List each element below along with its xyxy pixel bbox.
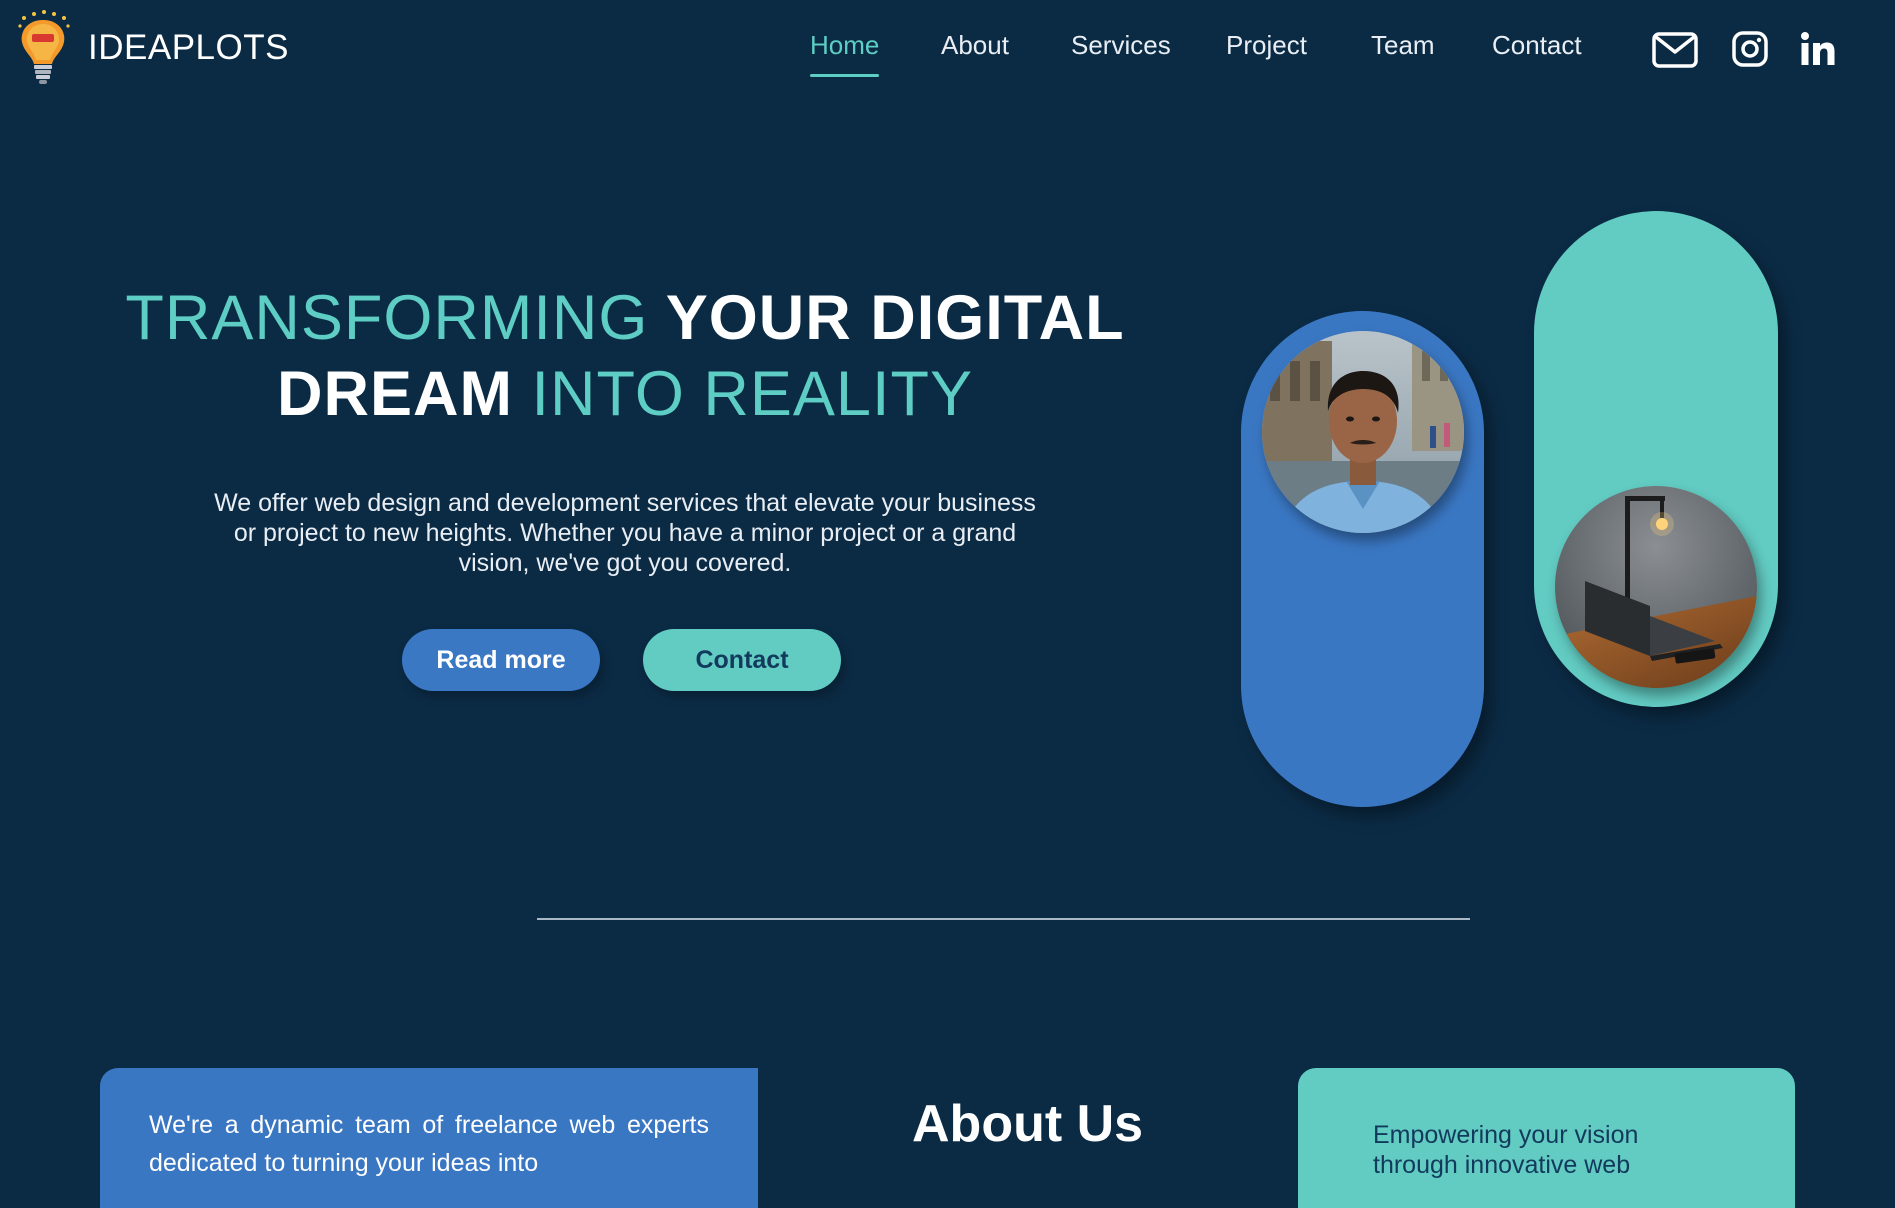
- team-member-photo: [1262, 331, 1464, 533]
- hero-title-part3: DREAM: [277, 359, 514, 429]
- linkedin-icon[interactable]: [1800, 31, 1836, 72]
- instagram-icon[interactable]: [1732, 31, 1768, 72]
- hero-title-part1: TRANSFORMING: [125, 283, 649, 353]
- about-heading-light: About: [912, 1095, 1063, 1153]
- section-divider: [537, 918, 1470, 920]
- contact-button[interactable]: Contact: [643, 629, 841, 691]
- about-intro-card: We're a dynamic team of freelance web ex…: [100, 1068, 758, 1208]
- workspace-photo: [1555, 486, 1757, 688]
- hero-description: We offer web design and development serv…: [214, 489, 1036, 577]
- read-more-button[interactable]: Read more: [402, 629, 600, 691]
- nav-item-services[interactable]: Services: [1071, 30, 1171, 61]
- about-heading: About Us: [912, 1094, 1143, 1154]
- about-vision-text: Empowering your vision through innovativ…: [1373, 1121, 1639, 1179]
- about-intro-text: We're a dynamic team of freelance web ex…: [149, 1111, 709, 1177]
- nav-item-team[interactable]: Team: [1371, 30, 1435, 61]
- nav-item-home[interactable]: Home: [810, 30, 880, 77]
- about-heading-bold: Us: [1076, 1095, 1144, 1153]
- mail-icon[interactable]: [1652, 32, 1698, 73]
- hero-title-part4: INTO REALITY: [531, 359, 973, 429]
- main-nav: Home About Services Project Team Contact: [0, 30, 1895, 80]
- hero-title: TRANSFORMING YOUR DIGITAL DREAM INTO REA…: [70, 280, 1180, 432]
- nav-item-project[interactable]: Project: [1226, 30, 1307, 61]
- site-header: IDEAPLOTS Home About Services Project Te…: [0, 0, 1895, 100]
- about-vision-card: Empowering your vision through innovativ…: [1298, 1068, 1795, 1208]
- nav-item-contact[interactable]: Contact: [1492, 30, 1582, 61]
- nav-item-about[interactable]: About: [941, 30, 1009, 61]
- hero-title-part2: YOUR DIGITAL: [665, 283, 1125, 353]
